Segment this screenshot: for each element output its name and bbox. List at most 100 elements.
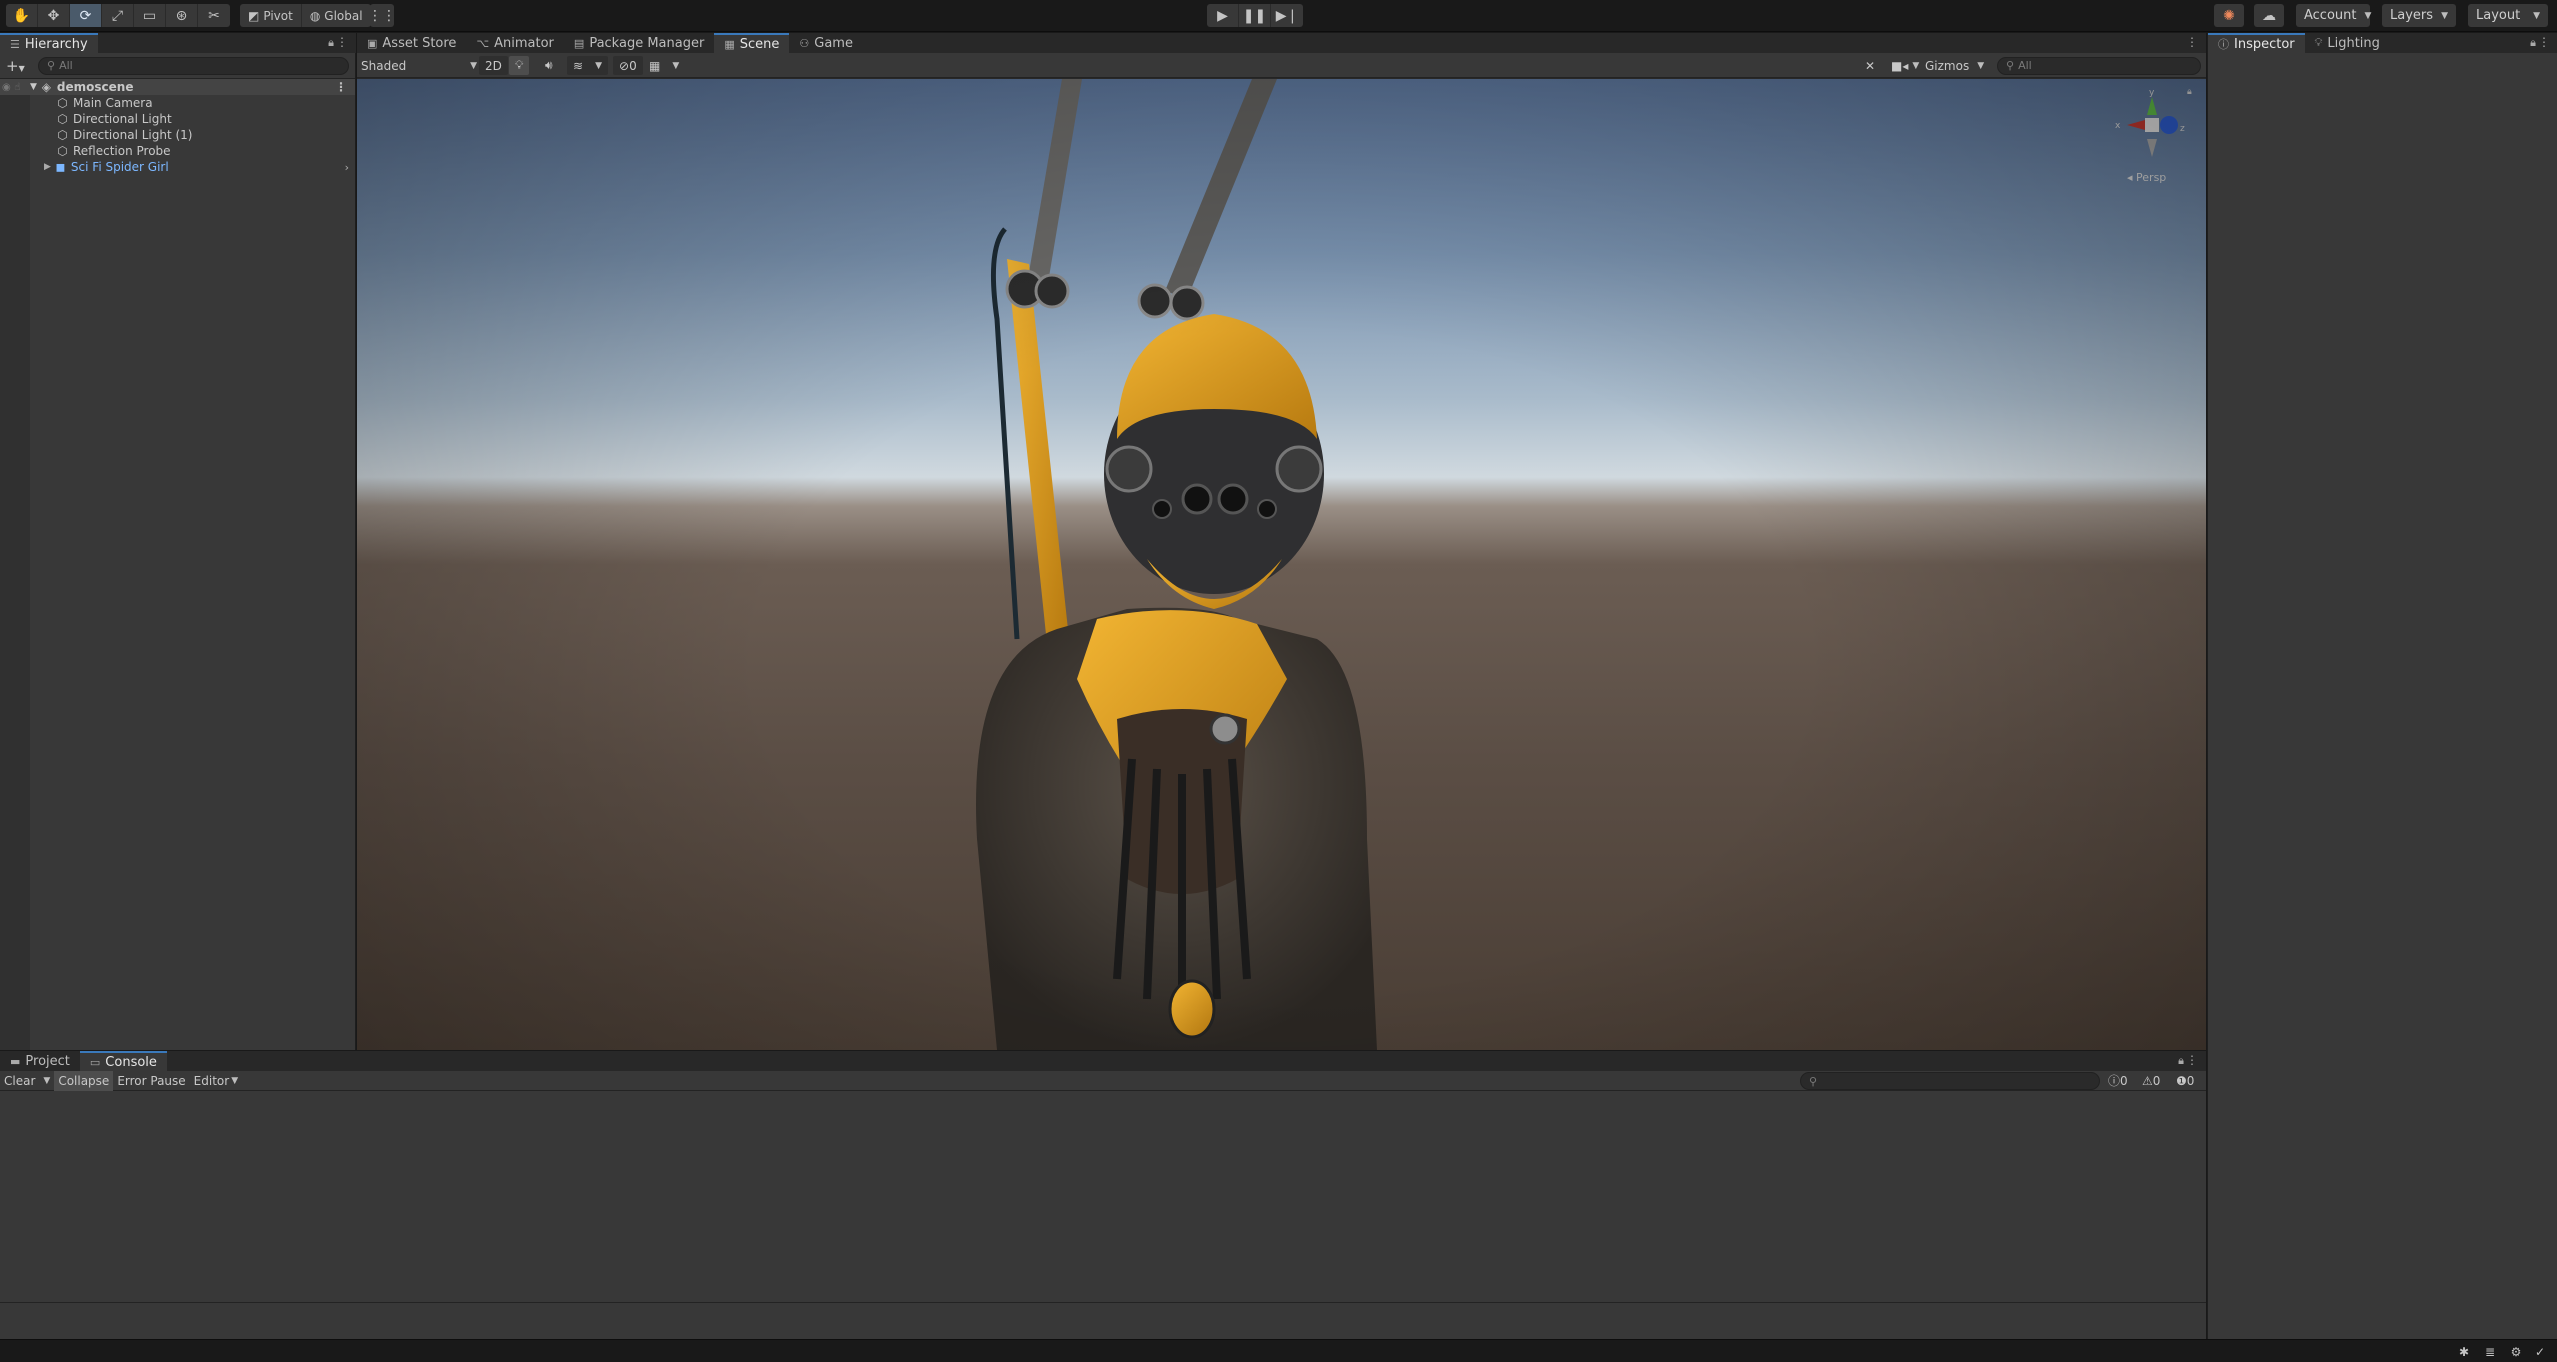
editor-dropdown[interactable]: Editor ▼ [190, 1071, 242, 1091]
play-icon[interactable]: ▶ [1207, 4, 1239, 27]
hierarchy-item-label: Main Camera [73, 96, 153, 110]
tools-button[interactable]: ✕ [1865, 56, 1875, 75]
checkmark-icon[interactable]: ✓ [2532, 1344, 2548, 1360]
kebab-menu-icon[interactable]: ⋮ [2538, 35, 2550, 49]
layers-dropdown[interactable]: Layers ▼ [2382, 4, 2456, 27]
tab-animator[interactable]: ⌥ Animator [466, 33, 563, 53]
hidden-objects-toggle[interactable]: ⊘ 0 [613, 56, 643, 75]
tab-scene[interactable]: ▦ Scene [714, 33, 790, 53]
effects-dropdown[interactable]: ≋ ▼ [567, 56, 608, 75]
status-bar: ✱ ≣ ⚙ ✓ [0, 1339, 2557, 1362]
bulb-icon: 💡︎ [2314, 36, 2323, 49]
tab-inspector[interactable]: ⓘ Inspector [2208, 33, 2305, 53]
kebab-menu-icon[interactable]: ⋮ [335, 80, 347, 94]
collapse-toggle[interactable]: Collapse [54, 1070, 114, 1091]
console-splitter[interactable] [0, 1302, 2206, 1303]
account-dropdown[interactable]: Account ▼ [2296, 4, 2371, 27]
kebab-menu-icon[interactable]: ⋮ [2186, 1053, 2198, 1067]
transform-tool-icon[interactable]: ⊛ [166, 4, 198, 27]
audio-toggle[interactable]: 🔊︎ [545, 56, 553, 75]
grid-dropdown[interactable]: ▦ ▼ [649, 56, 679, 75]
gameobject-icon: ⬡ [57, 128, 68, 142]
bottom-tabbar: ▬ Project ▭ Console 🔒︎ ⋮ [0, 1051, 2206, 1071]
mode-2d-toggle[interactable]: 2D [479, 56, 508, 75]
hierarchy-item-label: Sci Fi Spider Girl [70, 160, 169, 174]
tab-asset-store[interactable]: ▣ Asset Store [357, 33, 466, 53]
rect-tool-icon[interactable]: ▭ [134, 4, 166, 27]
tab-label: Animator [494, 35, 554, 51]
cloud-button[interactable]: ☁ [2254, 4, 2284, 27]
axis-z-label: z [2180, 124, 2185, 134]
layout-dropdown[interactable]: Layout ▼ [2468, 4, 2548, 27]
lock-icon[interactable]: 🔒︎ [2178, 1054, 2184, 1068]
hierarchy-item[interactable]: ⬡ Main Camera [30, 95, 355, 111]
lock-icon[interactable]: 🔒︎ [328, 36, 334, 50]
bug-icon[interactable]: ✱ [2456, 1344, 2472, 1360]
tab-game[interactable]: ⚇ Game [789, 33, 863, 53]
global-toggle[interactable]: ◍ Global [302, 4, 371, 27]
warning-count: 0 [2152, 1073, 2161, 1088]
rotate-tool-icon[interactable]: ⟳ [70, 4, 102, 27]
chevron-down-icon: ▼ [1912, 60, 1920, 71]
hierarchy-item-prefab[interactable]: ▶ ◼ Sci Fi Spider Girl › [30, 159, 355, 175]
orientation-gizmo[interactable]: y x z ◂ Persp 🔒︎ [2107, 87, 2197, 187]
kebab-menu-icon[interactable]: ⋮ [336, 35, 348, 49]
hierarchy-item[interactable]: ⬡ Directional Light [30, 111, 355, 127]
axis-y-label: y [2149, 88, 2155, 98]
tab-lighting[interactable]: 💡︎ Lighting [2305, 33, 2390, 53]
scene-icon: ▦ [724, 37, 735, 51]
settings-icon[interactable]: ⚙ [2508, 1344, 2524, 1360]
chevron-right-icon[interactable]: › [345, 161, 349, 174]
log-filter-toggle[interactable]: ⓘ 0 [2104, 1071, 2132, 1091]
chevron-right-icon[interactable]: ▶ [44, 162, 51, 172]
lock-icon[interactable]: 🔒︎ [2187, 87, 2192, 97]
clear-button[interactable]: Clear [0, 1071, 39, 1091]
grid-snap-button[interactable]: ⋮⋮ [368, 4, 396, 27]
kebab-menu-icon[interactable]: ⋮ [2186, 35, 2198, 49]
tab-package-manager[interactable]: ▤ Package Manager [564, 33, 714, 53]
error-pause-toggle[interactable]: Error Pause [113, 1071, 189, 1091]
error-filter-toggle[interactable]: ❶0 [2172, 1071, 2198, 1091]
main-toolbar: ✋ ✥ ⟳ ⤢ ▭ ⊛ ✂ ◩ Pivot ◍ Global ⋮⋮ ▶ ❚❚ ▶❘ … [0, 0, 2557, 32]
pivot-toggle[interactable]: ◩ Pivot [240, 4, 302, 27]
tab-hierarchy[interactable]: ☰ Hierarchy [0, 33, 98, 53]
visibility-icon[interactable]: ◉ ☝ [0, 82, 30, 93]
camera-dropdown[interactable]: ■◂ ▼ [1891, 56, 1919, 75]
hierarchy-search-input[interactable]: ⚲ All [38, 56, 349, 75]
tab-console[interactable]: ▭ Console [79, 1051, 167, 1071]
folder-icon: ▬ [10, 1054, 21, 1068]
hierarchy-item-label: Directional Light [73, 112, 172, 126]
step-icon[interactable]: ▶❘ [1271, 4, 1303, 27]
hand-tool-icon[interactable]: ✋ [6, 4, 38, 27]
effects-icon: ≋ [573, 58, 584, 73]
chevron-down-icon[interactable]: ▼ [30, 82, 37, 92]
collab-button[interactable]: ✺ [2214, 4, 2244, 27]
scale-tool-icon[interactable]: ⤢ [102, 4, 134, 27]
collab-icon: ✺ [2223, 7, 2235, 24]
custom-tool-icon[interactable]: ✂ [198, 4, 230, 27]
tab-label: Lighting [2327, 35, 2380, 51]
hierarchy-item[interactable]: ⬡ Reflection Probe [30, 143, 355, 159]
clear-options-dropdown[interactable]: ▼ [39, 1071, 54, 1091]
projection-toggle[interactable]: ◂ Persp [2127, 171, 2166, 184]
console-search-input[interactable]: ⚲ [1800, 1072, 2100, 1090]
tab-project[interactable]: ▬ Project [0, 1051, 80, 1071]
chevron-down-icon: ▼ [595, 60, 602, 71]
warning-filter-toggle[interactable]: ⚠ 0 [2138, 1071, 2164, 1091]
layers-icon[interactable]: ≣ [2482, 1344, 2498, 1360]
create-dropdown[interactable]: +▼ [6, 57, 32, 75]
lighting-toggle[interactable]: 💡︎ [509, 56, 530, 75]
move-tool-icon[interactable]: ✥ [38, 4, 70, 27]
shading-mode-dropdown[interactable]: Shaded ▼ [361, 56, 477, 75]
scene-search-input[interactable]: ⚲ All [1997, 56, 2201, 75]
store-icon: ▣ [367, 36, 378, 50]
scene-viewport[interactable]: y x z ◂ Persp 🔒︎ [357, 79, 2206, 1050]
console-log-area[interactable] [0, 1092, 2206, 1339]
lock-icon[interactable]: 🔒︎ [2530, 36, 2536, 50]
pause-icon[interactable]: ❚❚ [1239, 4, 1271, 27]
scene-row[interactable]: ◉ ☝ ▼ ◈ demoscene ⋮ [0, 79, 355, 95]
hierarchy-item[interactable]: ⬡ Directional Light (1) [30, 127, 355, 143]
character-helmet [1104, 314, 1324, 609]
hierarchy-tabbar: ☰ Hierarchy 🔒︎ ⋮ [0, 33, 356, 53]
gizmos-dropdown[interactable]: Gizmos ▼ [1925, 56, 1984, 75]
